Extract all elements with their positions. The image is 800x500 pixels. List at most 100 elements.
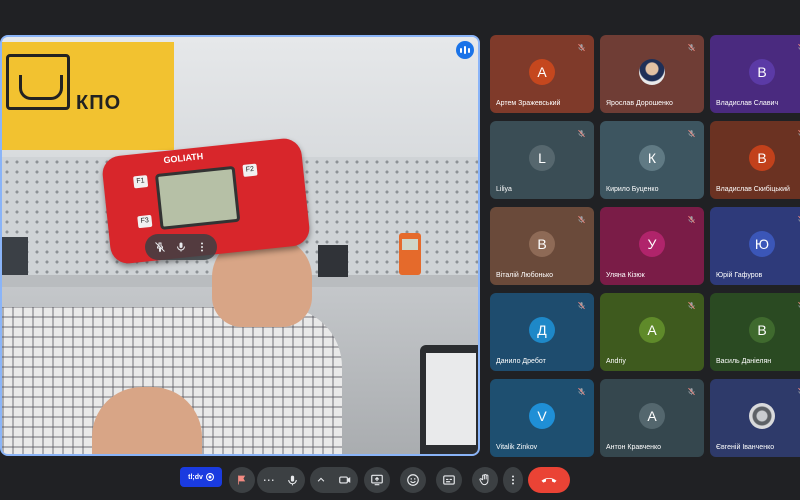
participant-tile[interactable]: V Vitalik Zinkov — [490, 379, 594, 457]
participant-name: Юрій Гафуров — [716, 272, 763, 279]
wall-logo-sign: КПО — [2, 42, 174, 150]
participant-name: Liliya — [496, 186, 512, 193]
participant-name: Уляна Кізюк — [606, 272, 645, 279]
participant-name: Артем Зражевський — [496, 100, 561, 107]
participant-name: Євгеній Іванченко — [716, 444, 775, 451]
raise-hand-button[interactable] — [472, 467, 498, 493]
main-speaker-video[interactable]: КПО GOLIATH F1 F2 F3 — [0, 35, 480, 456]
logo-mark — [6, 54, 70, 110]
avatar: Д — [529, 317, 555, 343]
mic-off-icon — [575, 41, 587, 53]
mic-off-icon — [795, 41, 800, 53]
mic-off-icon — [685, 213, 697, 225]
device-brand: GOLIATH — [162, 151, 204, 166]
participant-name: Данило Дребот — [496, 358, 546, 365]
tldv-label: tl;dv — [188, 473, 203, 481]
mic-off-icon — [685, 385, 697, 397]
microphone-group: ⋯ — [257, 467, 305, 493]
mic-off-icon — [795, 127, 800, 139]
participant-tile[interactable]: Д Данило Дребот — [490, 293, 594, 371]
tile-hover-controls — [145, 234, 217, 260]
participant-name: Василь Даніелян — [716, 358, 772, 365]
mic-off-icon — [685, 127, 697, 139]
device-key: F1 — [133, 175, 149, 189]
reactions-button[interactable] — [400, 467, 426, 493]
chevron-up-icon[interactable] — [316, 475, 326, 485]
video-scene: КПО GOLIATH F1 F2 F3 — [2, 37, 478, 454]
participant-tile[interactable]: В Владислав Скибіцький — [710, 121, 800, 199]
avatar — [639, 59, 665, 85]
unpin-icon[interactable] — [151, 238, 169, 256]
more-vert-icon[interactable] — [193, 238, 211, 256]
avatar: У — [639, 231, 665, 257]
avatar: Ю — [749, 231, 775, 257]
wall-meter — [2, 237, 28, 275]
participant-tile[interactable]: В Владислав Славич — [710, 35, 800, 113]
flag-icon — [238, 475, 246, 485]
meeting-window: КПО GOLIATH F1 F2 F3 А Артем Зражевський… — [0, 0, 800, 500]
avatar: В — [529, 231, 555, 257]
emoji-icon — [407, 474, 419, 486]
participant-tile[interactable]: К Кирило Буценко — [600, 121, 704, 199]
avatar: V — [529, 403, 555, 429]
microphone-icon[interactable] — [172, 238, 190, 256]
participant-name: Ярослав Дорошенко — [606, 100, 673, 107]
captions-button[interactable] — [436, 467, 462, 493]
avatar: L — [529, 145, 555, 171]
participant-tile[interactable]: У Уляна Кізюк — [600, 207, 704, 285]
record-dot-icon — [205, 473, 214, 481]
present-screen-button[interactable] — [364, 467, 390, 493]
more-options-button[interactable] — [503, 467, 523, 493]
participant-name: Кирило Буценко — [606, 186, 659, 193]
mic-off-icon — [575, 385, 587, 397]
avatar: В — [749, 59, 775, 85]
participant-tile[interactable]: А Антон Кравченко — [600, 379, 704, 457]
more-vert-icon — [512, 475, 514, 485]
mic-off-icon — [575, 299, 587, 311]
microphone-icon[interactable] — [286, 474, 299, 487]
participant-name: Andriy — [606, 358, 626, 365]
participant-name: Владислав Скибіцький — [716, 186, 790, 193]
mic-off-icon — [575, 213, 587, 225]
annotate-button[interactable] — [229, 467, 255, 493]
device-screen — [154, 165, 241, 230]
logo-text: КПО — [76, 92, 122, 114]
leave-call-button[interactable] — [528, 467, 570, 493]
participant-name: Vitalik Zinkov — [496, 444, 538, 451]
orange-gauge — [399, 233, 421, 275]
avatar: A — [639, 317, 665, 343]
mic-off-icon — [685, 299, 697, 311]
mic-off-icon — [795, 213, 800, 225]
tldv-recorder-button[interactable]: tl;dv — [180, 467, 222, 487]
mic-off-icon — [685, 41, 697, 53]
participant-name: Віталій Любонько — [496, 272, 554, 279]
speaking-indicator-icon — [456, 41, 474, 59]
participant-tile[interactable]: L Liliya — [490, 121, 594, 199]
participant-tile[interactable]: Євгеній Іванченко — [710, 379, 800, 457]
participant-tile[interactable]: Ярослав Дорошенко — [600, 35, 704, 113]
participant-name: Антон Кравченко — [606, 444, 662, 451]
camera-group — [310, 467, 358, 493]
mic-off-icon — [575, 127, 587, 139]
avatar: В — [749, 317, 775, 343]
mic-off-icon — [795, 299, 800, 311]
captions-icon — [443, 475, 455, 485]
camera-icon[interactable] — [338, 473, 352, 487]
avatar: В — [749, 145, 775, 171]
participant-tile[interactable]: Ю Юрій Гафуров — [710, 207, 800, 285]
mic-options-button[interactable]: ⋯ — [263, 473, 275, 487]
equipment-case — [420, 345, 478, 454]
avatar: А — [529, 59, 555, 85]
device-key: F2 — [242, 163, 258, 177]
device-key: F3 — [137, 214, 153, 229]
participant-tile[interactable]: А Артем Зражевський — [490, 35, 594, 113]
avatar: К — [639, 145, 665, 171]
participant-name: Владислав Славич — [716, 100, 779, 107]
participant-tile[interactable]: В Віталій Любонько — [490, 207, 594, 285]
avatar — [749, 403, 775, 429]
avatar: А — [639, 403, 665, 429]
present-screen-icon — [371, 474, 383, 486]
raise-hand-icon — [479, 473, 489, 486]
participant-tile[interactable]: В Василь Даніелян — [710, 293, 800, 371]
participant-tile[interactable]: A Andriy — [600, 293, 704, 371]
